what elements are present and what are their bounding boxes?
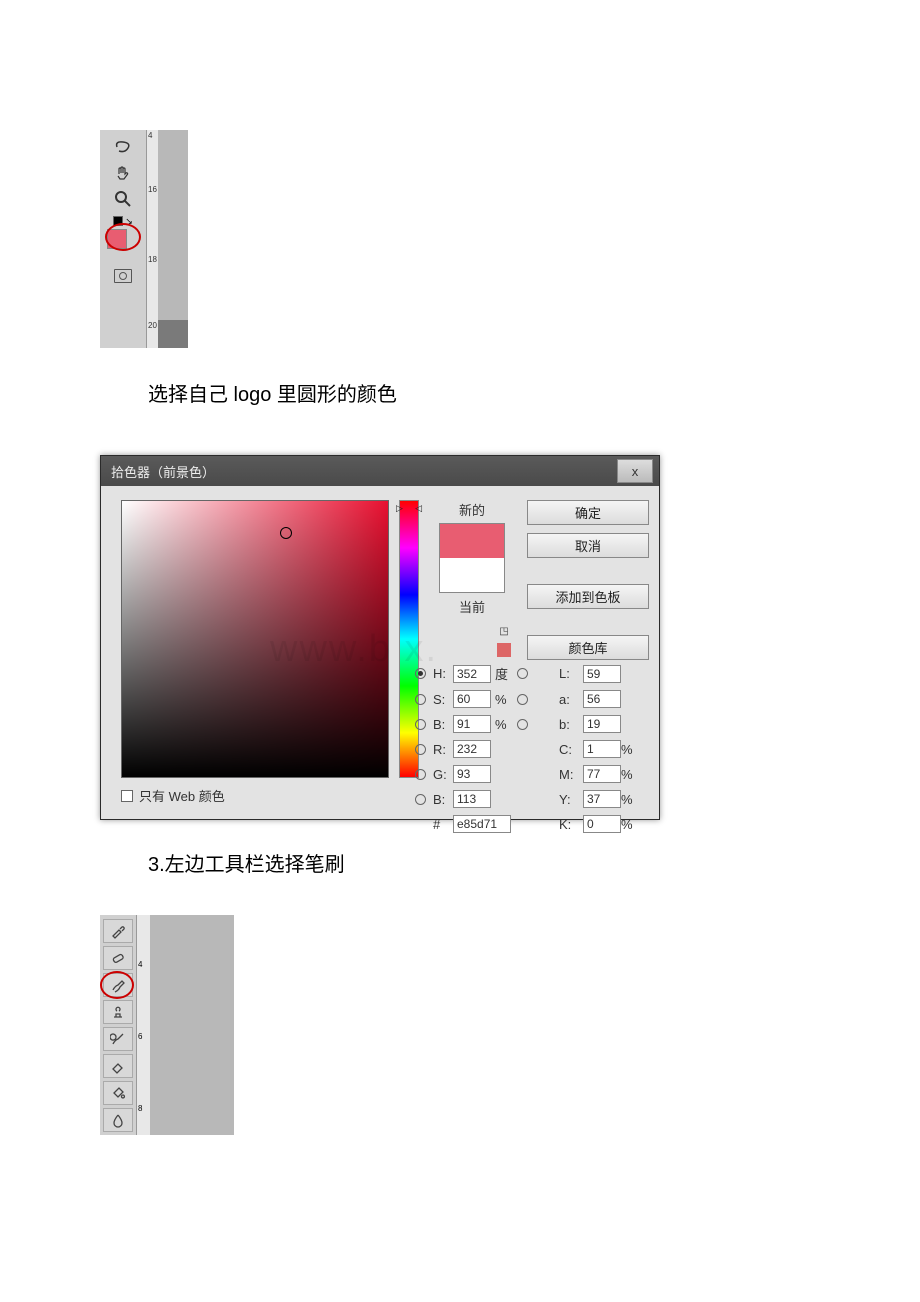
input-s[interactable] [453, 690, 491, 708]
current-color-label: 当前 [459, 597, 485, 616]
label-bv: B: [433, 792, 451, 807]
unit-pct: % [621, 742, 639, 757]
unit-pct: % [495, 717, 515, 732]
radio-r[interactable] [415, 744, 426, 755]
radio-g[interactable] [415, 769, 426, 780]
label-h: H: [433, 666, 451, 681]
radio-b1[interactable] [415, 719, 426, 730]
dialog-title: 拾色器（前景色） [111, 462, 215, 481]
ruler-mark: 18 [148, 256, 157, 264]
blur-tool-icon[interactable] [103, 1108, 133, 1132]
tool-panel: ↘ [100, 130, 146, 348]
label-b1: B: [433, 717, 451, 732]
ruler-mark: 6 [138, 1033, 142, 1041]
color-preview [439, 523, 505, 593]
color-library-button[interactable]: 颜色库 [527, 635, 649, 660]
radio-b2[interactable] [517, 719, 528, 730]
unit-pct: % [621, 767, 639, 782]
gamut-swatch-icon[interactable] [497, 643, 511, 657]
label-s: S: [433, 692, 451, 707]
input-r[interactable] [453, 740, 491, 758]
input-hex[interactable] [453, 815, 511, 833]
bucket-tool-icon[interactable] [103, 1081, 133, 1105]
sv-marker [280, 527, 292, 539]
input-y[interactable] [583, 790, 621, 808]
cube-icon[interactable]: ◳ [497, 626, 511, 640]
new-color-swatch [440, 524, 504, 558]
label-a: a: [559, 692, 581, 707]
canvas-area-2 [150, 915, 234, 1135]
label-m: M: [559, 767, 581, 782]
saturation-value-field[interactable] [121, 500, 389, 778]
dialog-titlebar: 拾色器（前景色） x [101, 456, 659, 486]
ruler-mark: 16 [148, 186, 157, 194]
cancel-button[interactable]: 取消 [527, 533, 649, 558]
ruler-mark: 20 [148, 322, 157, 330]
input-b2[interactable] [583, 715, 621, 733]
caption-text-2: 3.左边工具栏选择笔刷 [148, 848, 920, 877]
ruler-mark: 8 [138, 1105, 142, 1113]
vertical-ruler-2: 4 6 8 [136, 915, 150, 1135]
unit-deg: 度 [495, 664, 515, 683]
foreground-color-swatch[interactable] [107, 229, 127, 249]
new-color-label: 新的 [459, 500, 485, 519]
radio-h[interactable] [415, 668, 426, 679]
toolbar-snippet-1: ↘ 4 16 18 20 [100, 130, 188, 348]
radio-a[interactable] [517, 694, 528, 705]
tool-panel-2 [100, 915, 136, 1135]
input-g[interactable] [453, 765, 491, 783]
label-hex: # [433, 817, 451, 832]
toolbar-snippet-2: 4 6 8 [100, 915, 234, 1135]
ok-button[interactable]: 确定 [527, 500, 649, 525]
label-c: C: [559, 742, 581, 757]
radio-l[interactable] [517, 668, 528, 679]
brush-tool-icon[interactable] [103, 973, 133, 997]
label-b2: b: [559, 717, 581, 732]
eyedropper-tool-icon[interactable] [103, 919, 133, 943]
lasso-tool-icon[interactable] [103, 134, 143, 160]
ruler-mark: 4 [148, 132, 152, 140]
stamp-tool-icon[interactable] [103, 1000, 133, 1024]
quickmask-icon[interactable] [103, 263, 143, 289]
input-bv[interactable] [453, 790, 491, 808]
ruler-mark: 4 [138, 961, 142, 969]
radio-bv[interactable] [415, 794, 426, 805]
radio-s[interactable] [415, 694, 426, 705]
input-b1[interactable] [453, 715, 491, 733]
unit-pct: % [621, 792, 639, 807]
input-l[interactable] [583, 665, 621, 683]
history-brush-tool-icon[interactable] [103, 1027, 133, 1051]
label-g: G: [433, 767, 451, 782]
label-k: K: [559, 817, 581, 832]
heal-tool-icon[interactable] [103, 946, 133, 970]
label-l: L: [559, 666, 581, 681]
vertical-ruler: 4 16 18 20 [146, 130, 158, 348]
close-button[interactable]: x [617, 459, 653, 483]
web-only-checkbox[interactable] [121, 790, 133, 802]
add-swatch-button[interactable]: 添加到色板 [527, 584, 649, 609]
input-m[interactable] [583, 765, 621, 783]
zoom-tool-icon[interactable] [103, 186, 143, 212]
input-k[interactable] [583, 815, 621, 833]
input-a[interactable] [583, 690, 621, 708]
input-c[interactable] [583, 740, 621, 758]
input-h[interactable] [453, 665, 491, 683]
color-picker-dialog: 拾色器（前景色） x 只有 Web 颜色 ▷◁ [100, 455, 660, 820]
label-y: Y: [559, 792, 581, 807]
current-color-swatch [440, 558, 504, 592]
hand-tool-icon[interactable] [103, 160, 143, 186]
canvas-area [158, 130, 188, 348]
unit-pct: % [621, 817, 639, 832]
gamut-icons: ◳ [497, 626, 511, 660]
caption-text: 选择自己 logo 里圆形的颜色 [148, 378, 920, 407]
default-colors-icon[interactable]: ↘ [113, 216, 133, 227]
unit-pct: % [495, 692, 515, 707]
label-r: R: [433, 742, 451, 757]
eraser-tool-icon[interactable] [103, 1054, 133, 1078]
web-only-label: 只有 Web 颜色 [139, 786, 225, 805]
